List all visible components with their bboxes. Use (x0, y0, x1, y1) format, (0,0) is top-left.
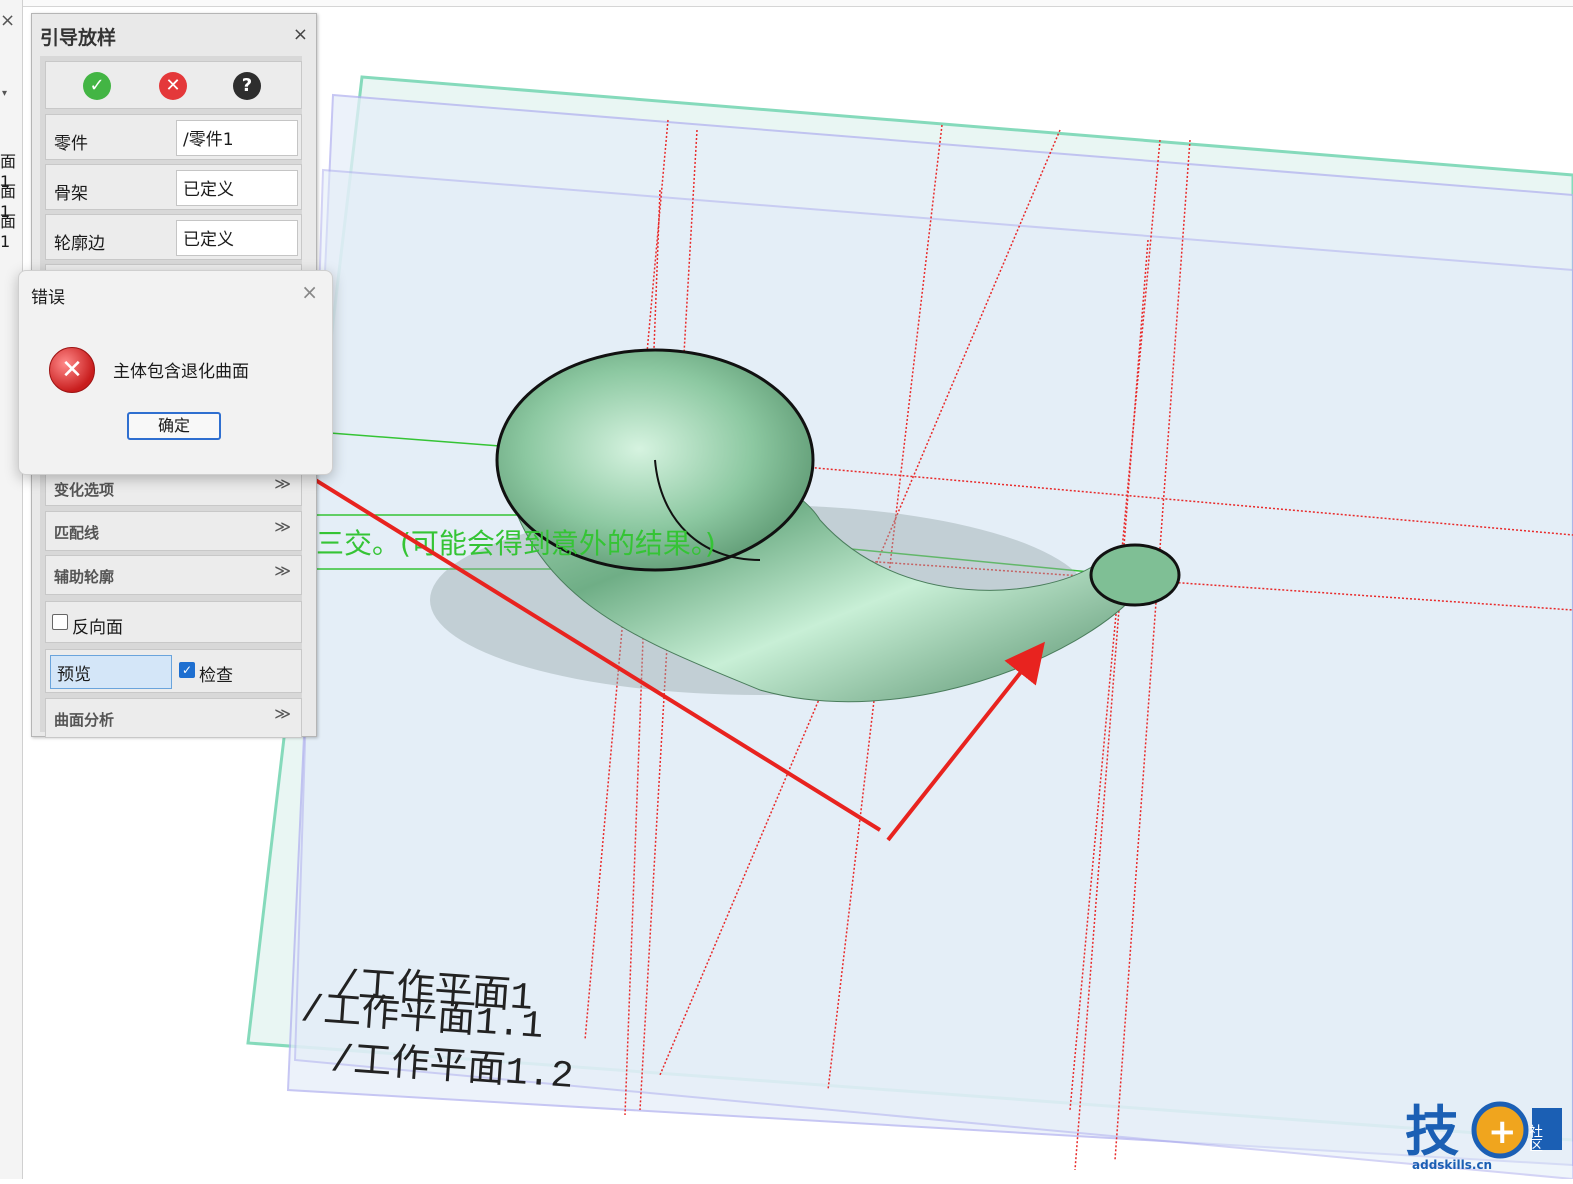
check-label: 检查 (199, 666, 233, 686)
field-spine-value[interactable]: 已定义 (176, 170, 298, 206)
field-profile-value[interactable]: 已定义 (176, 220, 298, 256)
watermark-side-text: 社区 (1527, 1124, 1543, 1152)
chevron-down-icon[interactable]: ≫ (274, 561, 291, 580)
chevron-down-icon[interactable]: ≫ (274, 517, 291, 536)
top-toolbar-edge (22, 0, 1573, 7)
field-part-label: 零件 (54, 134, 88, 154)
section-surface-analysis[interactable]: 曲面分析 ≫ (45, 698, 302, 738)
watermark-url: addskills.cn (1412, 1158, 1493, 1172)
model-tree-strip: × ▾ 面1 面1 面1 (0, 0, 23, 1179)
tree-close-icon[interactable]: × (0, 10, 15, 31)
section-match-lines-label: 匹配线 (54, 524, 100, 542)
action-buttons: ✓ ✕ ? (45, 61, 302, 109)
preview-row: 预览 ✓ 检查 (45, 649, 302, 693)
reverse-face-checkbox[interactable] (52, 614, 68, 630)
field-spine-label: 骨架 (54, 184, 88, 204)
error-dialog: 错误 × ✕ 主体包含退化曲面 确定 (18, 270, 333, 475)
field-profile: 轮廓边 已定义 (45, 214, 302, 260)
tree-item[interactable]: 面1 (0, 208, 22, 251)
preview-button[interactable]: 预览 (50, 655, 172, 689)
panel-title: 引导放样 (40, 27, 117, 49)
check-checkbox[interactable]: ✓ (179, 662, 195, 678)
reverse-face-row: 反向面 (45, 601, 302, 643)
chevron-down-icon[interactable]: ≫ (274, 704, 291, 723)
field-part: 零件 /零件1 (45, 114, 302, 160)
error-icon: ✕ (49, 347, 95, 393)
surface-analysis-label: 曲面分析 (54, 711, 115, 729)
section-match-lines[interactable]: 匹配线 ≫ (45, 511, 302, 551)
warning-text: 三交。(可能会得到意外的结果。) (316, 527, 716, 560)
reverse-face-label: 反向面 (72, 618, 123, 638)
dialog-message: 主体包含退化曲面 (113, 362, 249, 382)
watermark-logo-text: 技 (1405, 1100, 1459, 1163)
confirm-check-icon[interactable]: ✓ (83, 72, 111, 100)
help-icon[interactable]: ? (233, 72, 261, 100)
dialog-close-icon[interactable]: × (301, 280, 318, 304)
chevron-down-icon[interactable]: ≫ (274, 474, 291, 493)
panel-close-icon[interactable]: × (293, 24, 308, 45)
tree-dropdown-icon[interactable]: ▾ (2, 88, 7, 99)
cancel-x-icon[interactable]: ✕ (159, 72, 187, 100)
dialog-ok-button[interactable]: 确定 (127, 412, 221, 440)
section-variation-label: 变化选项 (54, 481, 115, 499)
section-aux-profile-label: 辅助轮廓 (54, 568, 115, 586)
small-opening (1089, 543, 1181, 607)
svg-text:+: + (1488, 1112, 1517, 1152)
dialog-title: 错误 (31, 288, 65, 308)
section-aux-profile[interactable]: 辅助轮廓 ≫ (45, 555, 302, 595)
field-profile-label: 轮廓边 (54, 234, 105, 254)
field-part-value[interactable]: /零件1 (176, 120, 298, 156)
field-spine: 骨架 已定义 (45, 164, 302, 210)
